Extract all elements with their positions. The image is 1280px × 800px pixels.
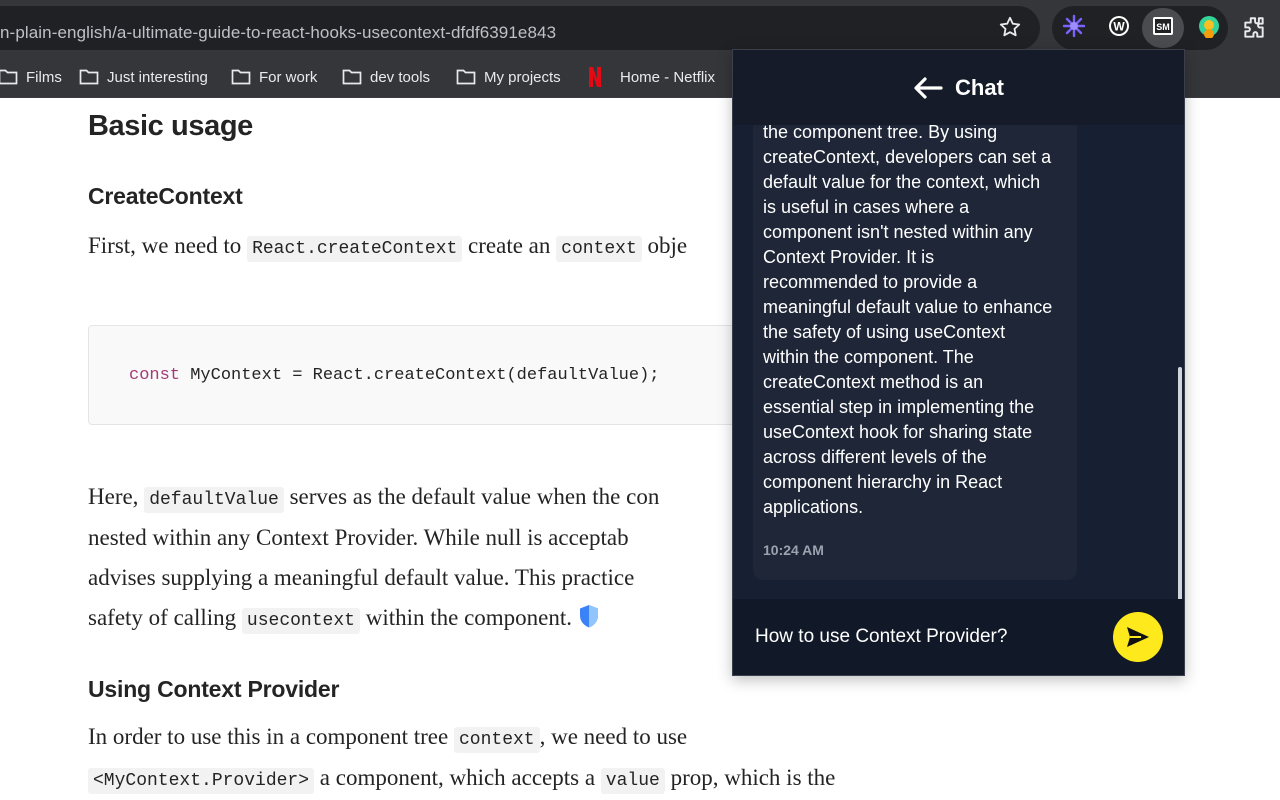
avatar-extension-icon[interactable]	[1197, 14, 1221, 38]
chat-messages[interactable]: passing props through each level of the …	[733, 125, 1184, 599]
netflix-icon	[589, 67, 601, 87]
text: First, we need to	[88, 233, 248, 258]
inline-code: usecontext	[241, 608, 360, 634]
inline-code: context	[556, 236, 642, 262]
text: Here,	[88, 484, 145, 509]
text: In order to use this in a component tree	[88, 724, 454, 749]
paragraph-provider: In order to use this in a component tree…	[88, 717, 687, 760]
text: obje	[641, 233, 688, 258]
svg-text:SM: SM	[1156, 22, 1170, 32]
text: , we need to use	[539, 724, 688, 749]
chat-scrollbar[interactable]	[1178, 367, 1182, 599]
assistant-message-bubble: passing props through each level of the …	[753, 125, 1077, 580]
address-bar[interactable]: n-plain-english/a-ultimate-guide-to-reac…	[0, 6, 1040, 50]
code-block: const MyContext = React.createContext(de…	[88, 325, 788, 425]
heading-create-context: CreateContext	[88, 183, 243, 209]
paragraph-create-context: First, we need to React.createContext cr…	[88, 226, 687, 269]
bookmark-label: My projects	[484, 68, 561, 86]
svg-text:W: W	[1113, 20, 1125, 34]
text: serves as the default value when the con	[283, 484, 660, 509]
bookmark-label: Films	[26, 68, 62, 86]
wordtune-icon[interactable]: W	[1107, 14, 1131, 38]
inline-code: context	[453, 727, 540, 753]
back-arrow-icon[interactable]	[913, 76, 943, 99]
bookmark-films[interactable]: Films	[0, 56, 62, 98]
bookmark-label: Just interesting	[107, 68, 208, 86]
bookmark-label: dev tools	[370, 68, 431, 86]
shield-emoji-icon	[580, 605, 599, 628]
inline-code: <MyContext.Provider>	[88, 768, 315, 794]
chat-title: Chat	[955, 74, 1004, 100]
text: a component, which accepts a	[314, 765, 601, 790]
bookmark-just-interesting[interactable]: Just interesting	[79, 56, 208, 98]
inline-code: defaultValue	[144, 487, 284, 513]
code-keyword: const	[129, 366, 181, 385]
browser-toolbar: n-plain-english/a-ultimate-guide-to-reac…	[0, 0, 1280, 56]
url-text[interactable]: n-plain-english/a-ultimate-guide-to-reac…	[0, 23, 556, 43]
code-text: MyContext = React.createContext(defaultV…	[180, 366, 660, 385]
bookmark-star-icon[interactable]	[998, 15, 1022, 39]
bookmark-netflix[interactable]: Home - Netflix	[588, 56, 715, 98]
chat-message-input[interactable]	[755, 625, 1075, 649]
bookmark-label: Home - Netflix	[620, 68, 716, 86]
send-arrow-icon	[1127, 627, 1149, 647]
bookmark-for-work[interactable]: For work	[231, 56, 317, 98]
text: create an	[462, 233, 557, 258]
paragraph-default-value: Here, defaultValue serves as the default…	[88, 477, 659, 520]
paragraph-line: <MyContext.Provider> a component, which …	[88, 758, 835, 800]
message-text: passing props through each level of the …	[763, 125, 1053, 517]
extensions-puzzle-icon[interactable]	[1241, 15, 1267, 41]
text: prop, which is the	[664, 765, 836, 790]
bookmark-dev-tools[interactable]: dev tools	[342, 56, 430, 98]
folder-icon	[342, 69, 362, 85]
send-button[interactable]	[1113, 612, 1163, 662]
text: within the component.	[359, 605, 573, 630]
paragraph-line: safety of calling usecontext within the …	[88, 598, 600, 641]
folder-icon	[0, 69, 18, 85]
code-line: const MyContext = React.createContext(de…	[129, 366, 660, 385]
inline-code: value	[600, 768, 665, 794]
chat-header: Chat	[733, 50, 1184, 125]
bookmark-my-projects[interactable]: My projects	[456, 56, 561, 98]
text: safety of calling	[88, 605, 242, 630]
heading-using-context-provider: Using Context Provider	[88, 676, 340, 702]
sm-extension-icon[interactable]: SM	[1151, 14, 1175, 38]
chat-popup: Chat passing props through each level of…	[732, 49, 1185, 676]
message-timestamp: 10:24 AM	[763, 542, 824, 558]
bookmark-label: For work	[259, 68, 318, 86]
inline-code: React.createContext	[247, 236, 463, 262]
folder-icon	[79, 69, 99, 85]
folder-icon	[456, 69, 476, 85]
paragraph-line: nested within any Context Provider. Whil…	[88, 525, 629, 550]
perplexity-icon[interactable]	[1062, 14, 1086, 38]
chat-input-area	[733, 599, 1184, 675]
folder-icon	[231, 69, 251, 85]
paragraph-line: advises supplying a meaningful default v…	[88, 565, 635, 590]
heading-basic-usage: Basic usage	[88, 110, 253, 142]
